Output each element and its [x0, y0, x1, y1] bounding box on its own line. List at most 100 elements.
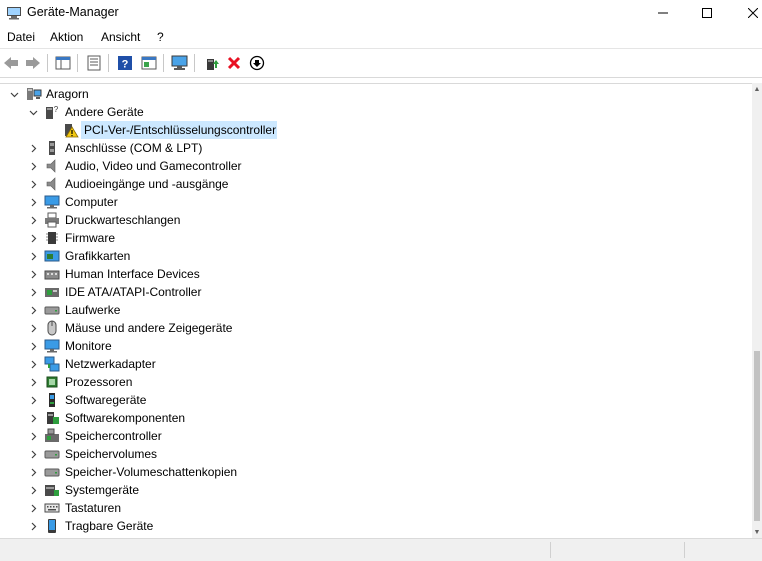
tree-category[interactable]: IDE ATA/ATAPI-Controller [0, 283, 752, 301]
tree-category[interactable]: Mäuse und andere Zeigegeräte [0, 319, 752, 337]
display-adapter-icon [44, 250, 60, 262]
drive-icon [44, 468, 60, 477]
scroll-up-icon[interactable]: ▲ [752, 83, 762, 95]
tree-category-label: Druckwarteschlangen [65, 213, 181, 227]
vertical-scrollbar[interactable]: ▲ ▼ [752, 83, 762, 538]
chevron-right-icon[interactable] [28, 301, 38, 319]
chevron-down-icon[interactable] [28, 103, 38, 121]
tree-category-label: Tragbare Geräte [65, 519, 154, 533]
chevron-right-icon[interactable] [28, 193, 38, 211]
tree-category[interactable]: Computer [0, 193, 752, 211]
tree-root[interactable]: Aragorn [0, 85, 752, 103]
uninstall-device-button[interactable] [224, 53, 244, 73]
tree-category[interactable]: Grafikkarten [0, 247, 752, 265]
tree-category[interactable]: Softwaregeräte [0, 391, 752, 409]
uninstall-device-icon [227, 56, 241, 70]
chevron-right-icon[interactable] [28, 319, 38, 337]
network-adapter-icon [44, 356, 60, 372]
menu-help[interactable]: ? [157, 30, 164, 44]
tree-category[interactable]: Tragbare Geräte [0, 517, 752, 535]
update-driver-button[interactable] [202, 53, 222, 73]
tree-category[interactable]: Laufwerke [0, 301, 752, 319]
window-title: Geräte-Manager [27, 5, 119, 19]
tree-category[interactable]: Audio, Video und Gamecontroller [0, 157, 752, 175]
back-arrow-icon [4, 57, 18, 69]
tree-category-label: Laufwerke [65, 303, 121, 317]
chevron-right-icon[interactable] [28, 157, 38, 175]
maximize-button[interactable] [684, 0, 730, 26]
tree-category[interactable]: Tastaturen [0, 499, 752, 517]
chevron-right-icon[interactable] [28, 373, 38, 391]
scroll-down-icon[interactable]: ▼ [752, 526, 762, 538]
chevron-right-icon[interactable] [28, 481, 38, 499]
tree-category[interactable]: ? Andere Geräte [0, 103, 752, 121]
speaker-icon [46, 177, 56, 191]
chevron-right-icon[interactable] [28, 175, 38, 193]
software-device-icon [49, 393, 55, 407]
chevron-right-icon[interactable] [28, 427, 38, 445]
chevron-right-icon[interactable] [28, 463, 38, 481]
chevron-right-icon[interactable] [28, 517, 38, 535]
chevron-right-icon[interactable] [28, 445, 38, 463]
chevron-right-icon[interactable] [28, 283, 38, 301]
software-component-icon [47, 412, 59, 424]
tree-category[interactable]: Monitore [0, 337, 752, 355]
chevron-right-icon[interactable] [28, 229, 38, 247]
tree-category[interactable]: Audioeingänge und -ausgänge [0, 175, 752, 193]
minimize-button[interactable] [640, 0, 686, 26]
tree-category-label: Grafikkarten [65, 249, 131, 263]
disable-device-button[interactable] [247, 53, 267, 73]
chevron-right-icon[interactable] [28, 265, 38, 283]
chevron-right-icon[interactable] [28, 409, 38, 427]
scrollbar-thumb[interactable] [754, 351, 760, 521]
tree-category[interactable]: Human Interface Devices [0, 265, 752, 283]
tree-category[interactable]: Softwarekomponenten [0, 409, 752, 427]
tree-category[interactable]: Speichercontroller [0, 427, 752, 445]
chevron-right-icon[interactable] [28, 391, 38, 409]
portable-device-icon [48, 519, 56, 533]
properties-icon [87, 55, 101, 71]
properties-button[interactable] [84, 53, 104, 73]
menu-datei[interactable]: Datei [7, 30, 35, 44]
tree-category-label: Softwaregeräte [65, 393, 147, 407]
help-button[interactable]: ? [115, 53, 135, 73]
scan-hardware-button[interactable] [170, 53, 190, 73]
chevron-down-icon[interactable] [9, 85, 19, 103]
tree-category[interactable]: Speichervolumes [0, 445, 752, 463]
close-icon [748, 8, 758, 18]
tree-root-label: Aragorn [46, 87, 89, 101]
tree-category-label: Netzwerkadapter [65, 357, 156, 371]
title-bar: Geräte-Manager [0, 0, 762, 26]
port-icon [49, 141, 55, 155]
chevron-right-icon[interactable] [28, 211, 38, 229]
mouse-icon [47, 320, 57, 336]
hid-icon [44, 270, 60, 280]
tree-category[interactable]: Firmware [0, 229, 752, 247]
tree-category-label: Audio, Video und Gamecontroller [65, 159, 242, 173]
show-hide-tree-button[interactable] [53, 53, 73, 73]
tree-category[interactable]: Systemgeräte [0, 481, 752, 499]
close-button[interactable] [730, 0, 762, 26]
tree-category[interactable]: Prozessoren [0, 373, 752, 391]
processor-icon [46, 376, 58, 388]
forward-button[interactable] [23, 53, 43, 73]
chevron-right-icon[interactable] [28, 337, 38, 355]
back-button[interactable] [1, 53, 21, 73]
status-segment [550, 542, 551, 558]
chevron-right-icon[interactable] [28, 499, 38, 517]
chevron-right-icon[interactable] [28, 139, 38, 157]
menu-aktion[interactable]: Aktion [50, 30, 83, 44]
tree-category[interactable]: Anschlüsse (COM & LPT) [0, 139, 752, 157]
keyboard-icon [44, 503, 60, 513]
action-pane-button[interactable] [139, 53, 159, 73]
chevron-right-icon[interactable] [28, 247, 38, 265]
menu-ansicht[interactable]: Ansicht [101, 30, 140, 44]
tree-category[interactable]: Druckwarteschlangen [0, 211, 752, 229]
tree-device-label: PCI-Ver-/Entschlüsselungscontroller [84, 123, 277, 137]
tree-category[interactable]: Netzwerkadapter [0, 355, 752, 373]
tree-device-selected[interactable]: PCI-Ver-/Entschlüsselungscontroller [0, 121, 752, 139]
monitor-icon [44, 195, 60, 209]
tree-category[interactable]: Speicher-Volumeschattenkopien [0, 463, 752, 481]
tree-category-label: Softwarekomponenten [65, 411, 186, 425]
chevron-right-icon[interactable] [28, 355, 38, 373]
